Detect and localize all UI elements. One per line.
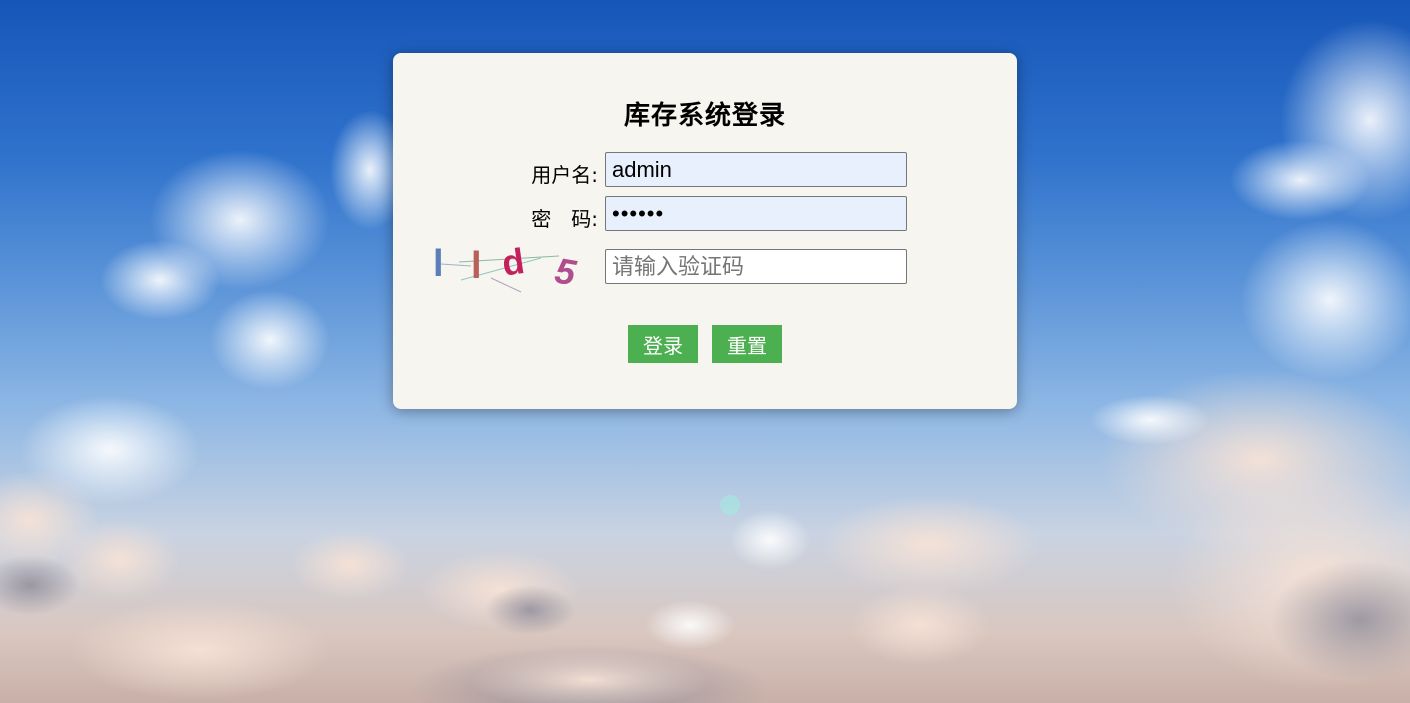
captcha-char-1: l (433, 243, 444, 285)
captcha-image[interactable]: l l d 5 (431, 238, 596, 294)
login-button[interactable]: 登录 (628, 325, 698, 363)
captcha-char-3: d (499, 240, 526, 284)
username-label: 用户名: (531, 163, 598, 187)
login-title: 库存系统登录 (623, 101, 786, 131)
captcha-char-2: l (471, 245, 482, 287)
password-label: 密 码: (531, 207, 598, 231)
reset-button[interactable]: 重置 (712, 325, 782, 363)
captcha-input[interactable] (605, 249, 907, 284)
username-input[interactable] (605, 152, 907, 187)
password-input[interactable] (605, 196, 907, 231)
login-panel: 库存系统登录 用户名: 密 码: l l d 5 登录 重置 (393, 53, 1017, 409)
